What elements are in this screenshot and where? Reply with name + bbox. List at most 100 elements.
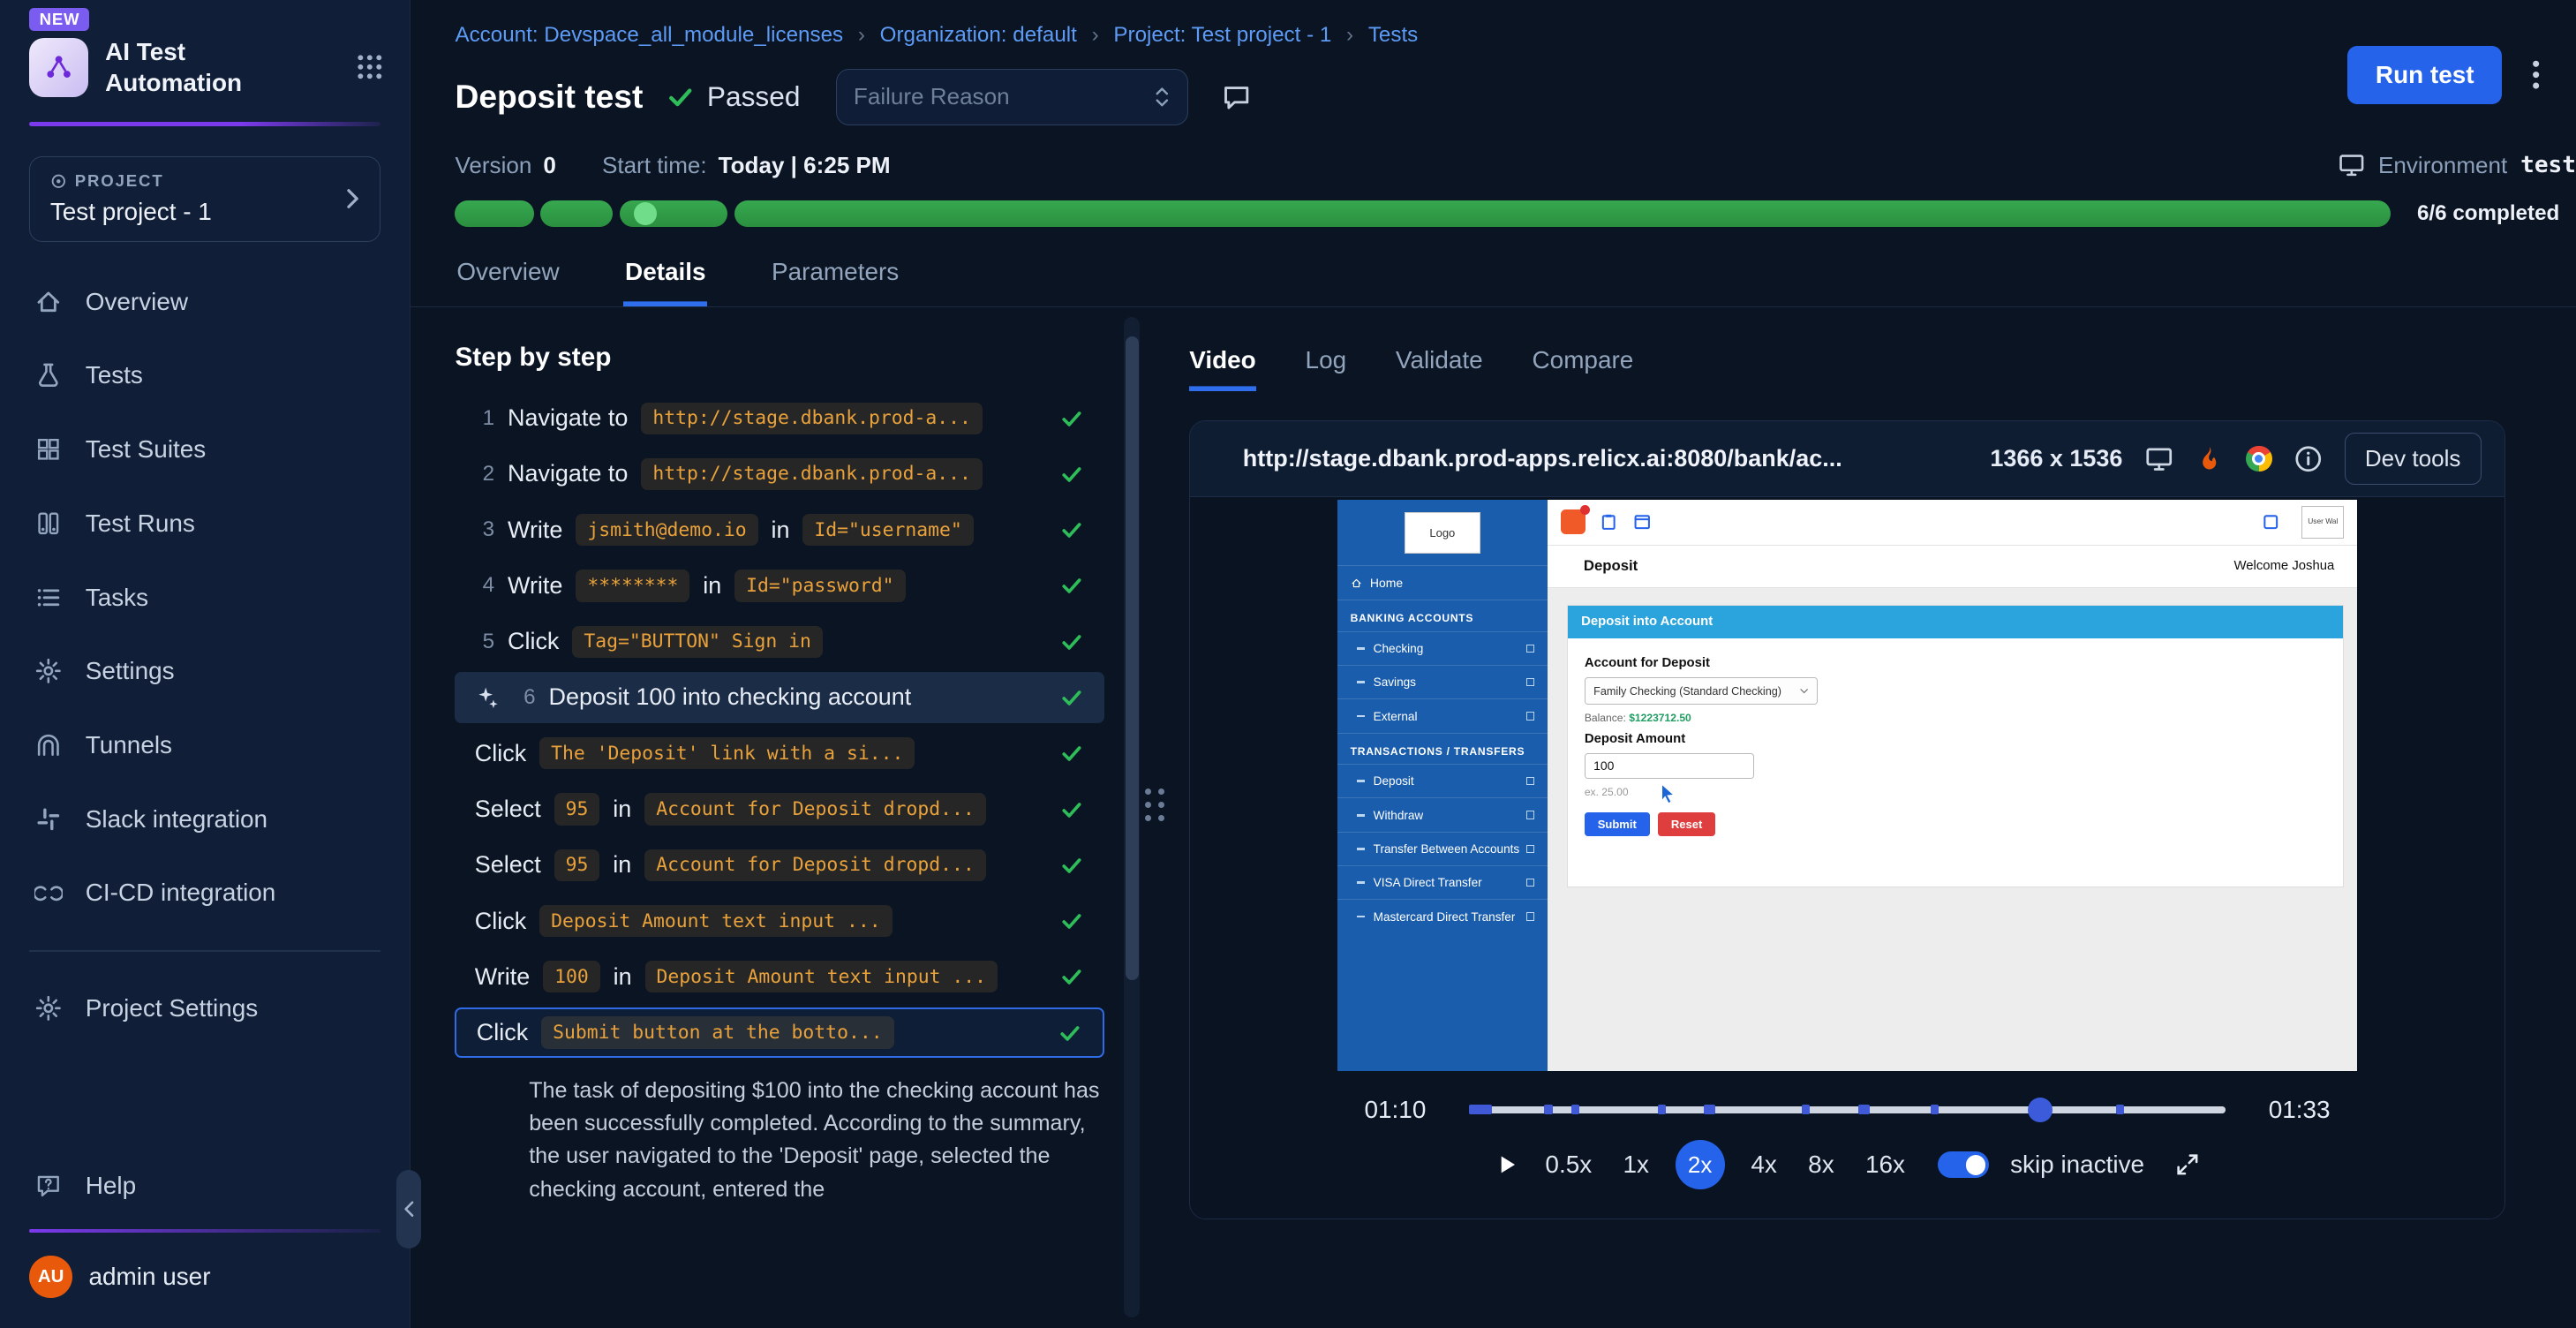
user-widget: User Wal xyxy=(2301,506,2344,539)
speed-button-0.5x[interactable]: 0.5x xyxy=(1540,1151,1597,1179)
viewer-tab-validate[interactable]: Validate xyxy=(1396,346,1483,391)
tab-details[interactable]: Details xyxy=(623,258,707,306)
viewer-tab-video[interactable]: Video xyxy=(1189,346,1255,391)
breadcrumb-separator: › xyxy=(1346,23,1353,48)
columns-icon xyxy=(34,509,63,538)
dash-icon xyxy=(1357,681,1365,683)
kebab-menu-icon[interactable] xyxy=(2532,59,2540,90)
bank-nav-withdraw[interactable]: Withdraw xyxy=(1337,797,1548,831)
sidebar-item-help[interactable]: Help xyxy=(0,1149,410,1223)
step-row[interactable]: 1Navigate tohttp://stage.dbank.prod-a... xyxy=(455,393,1103,444)
bank-nav-label: Withdraw xyxy=(1374,809,1424,822)
sidebar-bottom: Help AU admin user xyxy=(0,1149,410,1328)
record-button-icon[interactable] xyxy=(1561,509,1586,534)
bank-reset-button[interactable]: Reset xyxy=(1658,812,1715,835)
run-test-button[interactable]: Run test xyxy=(2347,46,2502,103)
speed-button-8x[interactable]: 8x xyxy=(1804,1151,1840,1179)
comment-icon[interactable] xyxy=(1221,81,1252,112)
flame-icon[interactable] xyxy=(2195,444,2224,473)
window-icon[interactable] xyxy=(1633,513,1651,531)
playhead[interactable] xyxy=(2028,1098,2053,1122)
step-row[interactable]: 2Navigate tohttp://stage.dbank.prod-a... xyxy=(455,449,1103,500)
step-row[interactable]: ClickSubmit button at the botto... xyxy=(455,1007,1103,1059)
step-row[interactable]: Select95inAccount for Deposit dropd... xyxy=(455,840,1103,891)
sidebar-bottom-underline xyxy=(29,1229,380,1233)
bank-nav-mastercard-direct-transfer[interactable]: Mastercard Direct Transfer xyxy=(1337,899,1548,932)
sidebar-item-project-settings[interactable]: Project Settings xyxy=(0,971,410,1045)
apps-grid-icon[interactable] xyxy=(356,53,384,81)
user-menu[interactable]: AU admin user xyxy=(0,1239,410,1315)
breadcrumb-link-organization[interactable]: Organization: default xyxy=(880,23,1077,48)
timeline-marker xyxy=(1802,1105,1810,1114)
speed-button-2x[interactable]: 2x xyxy=(1676,1140,1725,1189)
tab-parameters[interactable]: Parameters xyxy=(770,258,900,306)
help-icon xyxy=(34,1172,63,1200)
timeline-track[interactable] xyxy=(1469,1106,2226,1113)
timeline-marker xyxy=(1658,1105,1666,1114)
bank-nav-transfer-between-accounts[interactable]: Transfer Between Accounts xyxy=(1337,832,1548,865)
sidebar-collapse-button[interactable] xyxy=(396,1170,421,1249)
extension-icon[interactable] xyxy=(2262,513,2279,531)
step-target-chip: The 'Deposit' link with a si... xyxy=(539,737,915,769)
sidebar-item-settings[interactable]: Settings xyxy=(0,634,410,708)
step-action-text: Click xyxy=(477,1019,528,1046)
play-icon[interactable] xyxy=(1495,1152,1519,1177)
bank-nav-home[interactable]: Home xyxy=(1337,565,1548,600)
square-icon xyxy=(1526,811,1534,819)
scrollbar-thumb[interactable] xyxy=(1126,336,1139,980)
bank-nav-external[interactable]: External xyxy=(1337,698,1548,732)
breadcrumb-link-account[interactable]: Account: Devspace_all_module_licenses xyxy=(455,23,843,48)
sidebar-item-label: Test Runs xyxy=(86,509,195,538)
sidebar-item-tasks[interactable]: Tasks xyxy=(0,561,410,635)
project-selector[interactable]: PROJECT Test project - 1 xyxy=(29,156,380,242)
viewer-tab-log[interactable]: Log xyxy=(1306,346,1347,391)
clipboard-icon[interactable] xyxy=(1600,513,1617,531)
sidebar-item-slack-integration[interactable]: Slack integration xyxy=(0,782,410,856)
fullscreen-icon[interactable] xyxy=(2174,1151,2201,1178)
tab-overview[interactable]: Overview xyxy=(455,258,561,306)
step-row[interactable]: Select95inAccount for Deposit dropd... xyxy=(455,784,1103,835)
step-row[interactable]: 3Writejsmith@demo.ioinId="username" xyxy=(455,504,1103,555)
breadcrumb-link-project[interactable]: Project: Test project - 1 xyxy=(1113,23,1331,48)
speed-button-4x[interactable]: 4x xyxy=(1746,1151,1782,1179)
bank-nav-savings[interactable]: Savings xyxy=(1337,665,1548,698)
step-summary-text: The task of depositing $100 into the che… xyxy=(529,1075,1103,1206)
sidebar-item-test-suites[interactable]: Test Suites xyxy=(0,412,410,487)
deposit-amount-input[interactable]: 100 xyxy=(1585,753,1754,780)
monitor-icon[interactable] xyxy=(2144,444,2173,473)
deposit-card: Deposit into Account Account for Deposit… xyxy=(1567,605,2344,887)
viewer-tab-compare[interactable]: Compare xyxy=(1533,346,1634,391)
step-row[interactable]: 5ClickTag="BUTTON" Sign in xyxy=(455,616,1103,668)
chrome-icon[interactable] xyxy=(2246,446,2272,472)
step-row[interactable]: Write100inDeposit Amount text input ... xyxy=(455,951,1103,1002)
sidebar-item-tests[interactable]: Tests xyxy=(0,338,410,412)
sidebar-item-test-runs[interactable]: Test Runs xyxy=(0,487,410,561)
bank-nav-visa-direct-transfer[interactable]: VISA Direct Transfer xyxy=(1337,865,1548,899)
sidebar-item-ci-cd-integration[interactable]: CI-CD integration xyxy=(0,856,410,931)
sidebar-item-tunnels[interactable]: Tunnels xyxy=(0,708,410,782)
speed-button-1x[interactable]: 1x xyxy=(1618,1151,1654,1179)
square-icon xyxy=(1526,879,1534,887)
step-row[interactable]: ClickDeposit Amount text input ... xyxy=(455,895,1103,947)
failure-reason-select[interactable]: Failure Reason xyxy=(836,69,1187,124)
bank-nav-checking[interactable]: Checking xyxy=(1337,631,1548,665)
steps-scrollbar[interactable] xyxy=(1124,317,1141,1318)
step-passed-check-icon xyxy=(1059,406,1084,431)
skip-inactive-toggle[interactable] xyxy=(1938,1151,1989,1178)
bank-nav-deposit[interactable]: Deposit xyxy=(1337,764,1548,797)
step-group-row[interactable]: 6Deposit 100 into checking account xyxy=(455,672,1103,723)
speed-button-16x[interactable]: 16x xyxy=(1860,1151,1909,1179)
step-row[interactable]: ClickThe 'Deposit' link with a si... xyxy=(455,728,1103,779)
sidebar-item-overview[interactable]: Overview xyxy=(0,265,410,339)
account-for-deposit-select[interactable]: Family Checking (Standard Checking) xyxy=(1585,677,1818,706)
breadcrumb-link-tests[interactable]: Tests xyxy=(1368,23,1418,48)
info-icon[interactable] xyxy=(2294,444,2323,473)
step-passed-check-icon xyxy=(1059,462,1084,487)
bank-submit-button[interactable]: Submit xyxy=(1585,812,1650,835)
square-icon xyxy=(1526,912,1534,920)
video-url: http://stage.dbank.prod-apps.relicx.ai:8… xyxy=(1243,445,1969,472)
dev-tools-button[interactable]: Dev tools xyxy=(2345,433,2482,485)
step-row[interactable]: 4Write********inId="password" xyxy=(455,561,1103,612)
step-action-text: in xyxy=(613,851,631,879)
panel-resize-handle[interactable] xyxy=(1145,788,1164,821)
